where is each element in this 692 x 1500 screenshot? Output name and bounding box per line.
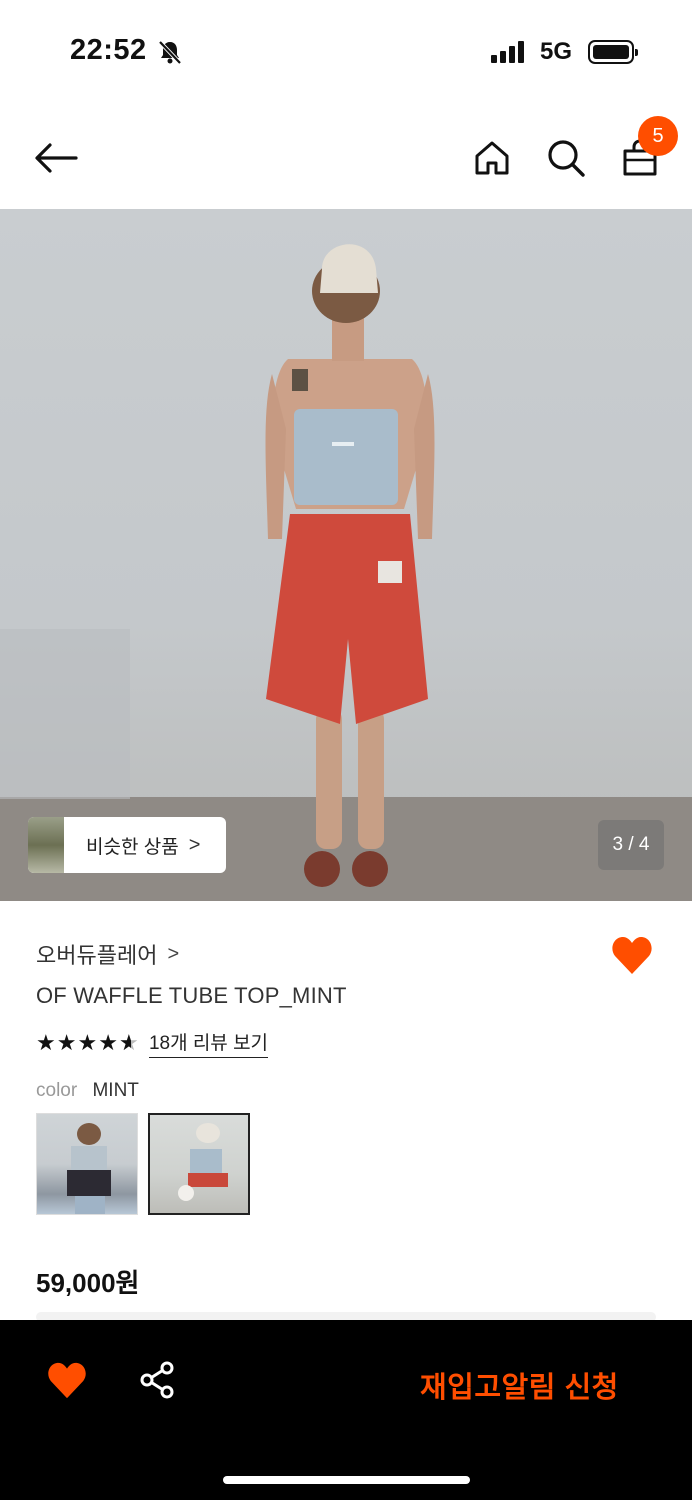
- home-indicator[interactable]: [223, 1476, 470, 1484]
- product-price: 59,000원: [36, 1268, 140, 1298]
- color-swatch-option[interactable]: [36, 1113, 138, 1215]
- status-time: 22:52: [70, 34, 147, 66]
- similar-products-label: 비슷한 상품: [86, 836, 179, 858]
- back-arrow-icon: [35, 143, 78, 173]
- brand-name: 오버듀플레어: [36, 943, 158, 968]
- battery-icon: [588, 40, 638, 64]
- similar-products-button[interactable]: 비슷한 상품 >: [28, 817, 226, 873]
- color-value: MINT: [92, 1080, 139, 1101]
- rating-row: ★ ★ ★ ★ ★ ★ 18개 리뷰 보기: [36, 1028, 269, 1058]
- network-type: 5G: [539, 38, 572, 65]
- brand-link[interactable]: 오버듀플레어 >: [36, 938, 179, 970]
- product-photo: [0, 244, 692, 901]
- share-icon[interactable]: [138, 1360, 178, 1400]
- search-button[interactable]: [542, 134, 590, 182]
- top-navigation: 5: [0, 100, 692, 210]
- reviews-link[interactable]: 18개 리뷰 보기: [148, 1028, 269, 1058]
- star-icon: ★: [98, 1030, 118, 1055]
- bottom-action-bar: 재입고알림 신청: [0, 1320, 692, 1500]
- product-image-gallery[interactable]: 비슷한 상품 > 3 / 4: [0, 209, 692, 901]
- signal-icon: [490, 41, 524, 63]
- heart-icon[interactable]: [46, 1360, 88, 1402]
- home-icon: [475, 141, 509, 175]
- similar-products-thumbnail: [28, 817, 64, 873]
- chevron-right-icon: >: [188, 833, 201, 856]
- chevron-right-icon: >: [167, 942, 180, 965]
- color-swatch-option-selected[interactable]: [148, 1113, 250, 1215]
- home-button[interactable]: [468, 134, 516, 182]
- swatch-photo: [178, 1123, 228, 1201]
- restock-alert-button[interactable]: 재입고알림 신청: [420, 1364, 619, 1406]
- color-option-row: color MINT: [36, 1080, 139, 1102]
- star-icon: ★: [36, 1030, 56, 1055]
- half-star-icon: ★ ★: [118, 1030, 139, 1055]
- status-bar: 22:52 5G: [0, 0, 692, 100]
- rating-stars: ★ ★ ★ ★ ★ ★: [36, 1030, 141, 1056]
- star-icon: ★: [77, 1030, 98, 1055]
- product-name: OF WAFFLE TUBE TOP_MINT: [36, 983, 347, 1008]
- bell-muted-icon: [158, 40, 182, 65]
- color-label: color: [36, 1080, 78, 1101]
- image-page-indicator: 3 / 4: [598, 820, 664, 870]
- swatch-photo: [67, 1123, 111, 1214]
- back-button[interactable]: [32, 134, 80, 182]
- search-icon: [548, 140, 585, 177]
- wishlist-heart-icon[interactable]: [610, 934, 654, 978]
- cart-count-badge: 5: [638, 116, 678, 156]
- star-icon: ★: [56, 1030, 77, 1055]
